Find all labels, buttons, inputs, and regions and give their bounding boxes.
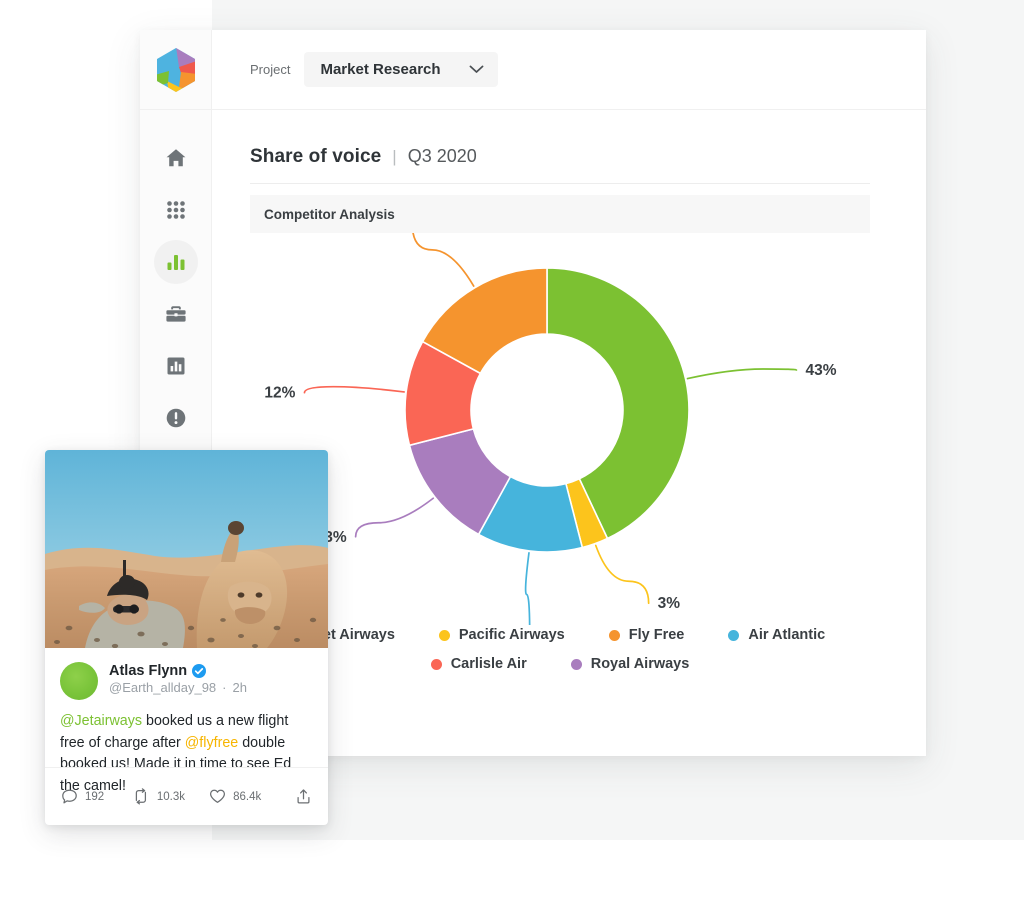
- donut-chart: 43%3%12%13%12%17%: [250, 233, 870, 625]
- page-title-period: Q3 2020: [408, 146, 477, 167]
- tweet-meta-dot: ·: [222, 680, 226, 695]
- legend-label: Pacific Airways: [459, 627, 565, 643]
- section-header-label: Competitor Analysis: [264, 207, 395, 222]
- legend-item[interactable]: Pacific Airways: [439, 627, 565, 643]
- project-label: Project: [250, 62, 290, 77]
- project-dropdown[interactable]: Market Research: [304, 52, 497, 87]
- legend-color-swatch: [609, 630, 620, 641]
- bar-chart-icon: [165, 251, 187, 273]
- chevron-down-icon: [469, 65, 484, 74]
- tweet-header: Atlas Flynn @Earth_allday_98 · 2h: [60, 662, 313, 700]
- sidebar-item-analytics[interactable]: [140, 236, 212, 288]
- sidebar-nav: [140, 110, 211, 444]
- legend-color-swatch: [439, 630, 450, 641]
- sidebar-item-briefcase[interactable]: [140, 288, 212, 340]
- screen: Project Market Research Share of voice |…: [0, 0, 1024, 916]
- leader-line: [412, 233, 473, 286]
- donut-value-label: 3%: [658, 595, 681, 612]
- legend-item[interactable]: Air Atlantic: [728, 627, 825, 643]
- page-title-separator: |: [392, 147, 396, 167]
- legend-color-swatch: [571, 659, 582, 670]
- tweet-share-button[interactable]: [295, 788, 312, 805]
- donut-chart-svg: 43%3%12%13%12%17%: [250, 233, 926, 625]
- sidebar-item-home[interactable]: [140, 132, 212, 184]
- chart-box-icon: [165, 355, 187, 377]
- legend-color-swatch: [431, 659, 442, 670]
- tweet-author-name: Atlas Flynn: [109, 663, 187, 679]
- tweet-reply-button[interactable]: 192: [61, 788, 104, 805]
- tweet-like-button[interactable]: 86.4k: [209, 788, 261, 805]
- legend-label: Fly Free: [629, 627, 685, 643]
- legend-item[interactable]: Carlisle Air: [431, 656, 527, 672]
- tweet-author: Atlas Flynn @Earth_allday_98 · 2h: [109, 662, 247, 695]
- heart-icon: [209, 788, 226, 805]
- leader-line: [526, 553, 530, 625]
- tweet-card[interactable]: Atlas Flynn @Earth_allday_98 · 2h @Jetai…: [45, 450, 328, 825]
- share-icon: [295, 788, 312, 805]
- page-title: Share of voice | Q3 2020: [250, 146, 870, 168]
- grid-dots-icon: [164, 198, 188, 222]
- tweet-retweet-button[interactable]: 10.3k: [132, 788, 185, 805]
- app-logo[interactable]: [140, 30, 211, 110]
- page-title-main: Share of voice: [250, 146, 381, 168]
- section-header: Competitor Analysis: [250, 195, 870, 233]
- sidebar-item-reports[interactable]: [140, 340, 212, 392]
- leader-line: [688, 369, 797, 379]
- avatar[interactable]: [60, 662, 98, 700]
- legend-row: Jet AirwaysPacific AirwaysFly FreeAir At…: [250, 627, 870, 643]
- tweet-mention[interactable]: @Jetairways: [60, 713, 142, 729]
- legend-item[interactable]: Fly Free: [609, 627, 685, 643]
- leader-line: [304, 387, 404, 393]
- legend-row: Carlisle Air Royal Airways: [250, 656, 870, 672]
- title-divider: [250, 183, 870, 184]
- tweet-timestamp: 2h: [233, 680, 247, 695]
- briefcase-icon: [164, 302, 188, 326]
- verified-badge-icon: [192, 664, 206, 678]
- home-icon: [164, 146, 188, 170]
- tweet-reply-count: 192: [85, 791, 104, 803]
- tweet-author-handle: @Earth_allday_98: [109, 680, 216, 695]
- alert-circle-icon: [164, 406, 188, 430]
- sidebar-item-apps[interactable]: [140, 184, 212, 236]
- sidebar-item-alerts[interactable]: [140, 392, 212, 444]
- hexagon-logo-icon: [155, 47, 197, 93]
- tweet-like-count: 86.4k: [233, 791, 261, 803]
- donut-value-label: 12%: [264, 385, 295, 402]
- retweet-icon: [132, 788, 150, 805]
- legend-color-swatch: [728, 630, 739, 641]
- leader-line: [596, 545, 649, 603]
- chart-legend: Jet AirwaysPacific AirwaysFly FreeAir At…: [250, 627, 870, 672]
- tweet-actions: 192 10.3k 86.4k: [45, 767, 328, 825]
- comment-icon: [61, 788, 78, 805]
- tweet-mention[interactable]: @flyfree: [185, 735, 238, 751]
- topbar: Project Market Research: [212, 30, 926, 110]
- legend-label: Air Atlantic: [748, 627, 825, 643]
- legend-label: Carlisle Air: [451, 656, 527, 672]
- tweet-photo: [45, 450, 328, 648]
- legend-label: Royal Airways: [591, 656, 690, 672]
- tweet-retweet-count: 10.3k: [157, 791, 185, 803]
- donut-value-label: 43%: [805, 362, 836, 379]
- legend-item[interactable]: Royal Airways: [571, 656, 690, 672]
- project-dropdown-value: Market Research: [320, 61, 440, 78]
- leader-line: [356, 498, 434, 537]
